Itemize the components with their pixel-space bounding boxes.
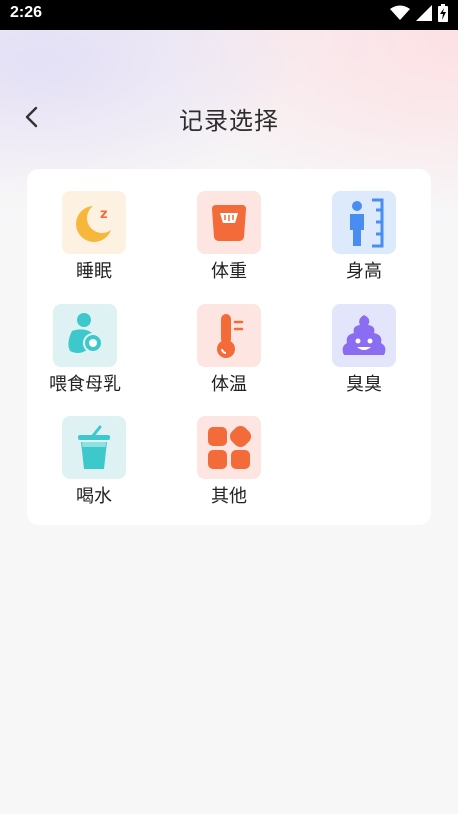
option-label: 体重 bbox=[211, 261, 247, 282]
option-breastfeeding[interactable]: 喂食母乳 bbox=[21, 282, 141, 395]
option-other[interactable]: 其他 bbox=[165, 394, 285, 507]
option-poop[interactable]: 臭臭 bbox=[300, 282, 420, 395]
signal-icon bbox=[416, 5, 432, 25]
battery-charging-icon bbox=[438, 4, 448, 26]
option-label: 体温 bbox=[211, 374, 247, 395]
option-label: 喝水 bbox=[76, 486, 112, 507]
option-label: 睡眠 bbox=[76, 261, 112, 282]
option-height[interactable]: 身高 bbox=[300, 169, 420, 282]
option-temperature[interactable]: 体温 bbox=[165, 282, 285, 395]
status-time: 2:26 bbox=[10, 4, 43, 21]
option-label: 其他 bbox=[211, 486, 247, 507]
option-water[interactable]: 喝水 bbox=[30, 394, 150, 507]
record-options-card: z 睡眠 体重 身高 喂食母乳 体温 臭臭 喝水 其他 bbox=[27, 169, 431, 525]
breastfeeding-icon bbox=[53, 304, 117, 367]
screen: 2:26 记录选择 z 睡眠 体重 身高 喂食母乳 体温 臭臭 喝水 其他 bbox=[0, 0, 458, 814]
water-cup-icon bbox=[62, 416, 126, 479]
status-bar: 2:26 bbox=[0, 0, 458, 30]
option-label: 喂食母乳 bbox=[49, 374, 121, 395]
option-label: 身高 bbox=[346, 261, 382, 282]
option-weight[interactable]: 体重 bbox=[165, 169, 285, 282]
scale-icon bbox=[197, 191, 261, 254]
height-ruler-icon bbox=[332, 191, 396, 254]
thermometer-icon bbox=[197, 304, 261, 367]
sleep-moon-icon: z bbox=[62, 191, 126, 254]
svg-text:z: z bbox=[100, 207, 108, 222]
wifi-icon bbox=[390, 5, 410, 25]
option-sleep[interactable]: z 睡眠 bbox=[30, 169, 150, 282]
header: 记录选择 bbox=[0, 95, 458, 141]
option-label: 臭臭 bbox=[346, 374, 382, 395]
status-icons bbox=[390, 4, 448, 26]
poop-icon bbox=[332, 304, 396, 367]
page-title: 记录选择 bbox=[179, 107, 279, 135]
other-grid-icon bbox=[197, 416, 261, 479]
